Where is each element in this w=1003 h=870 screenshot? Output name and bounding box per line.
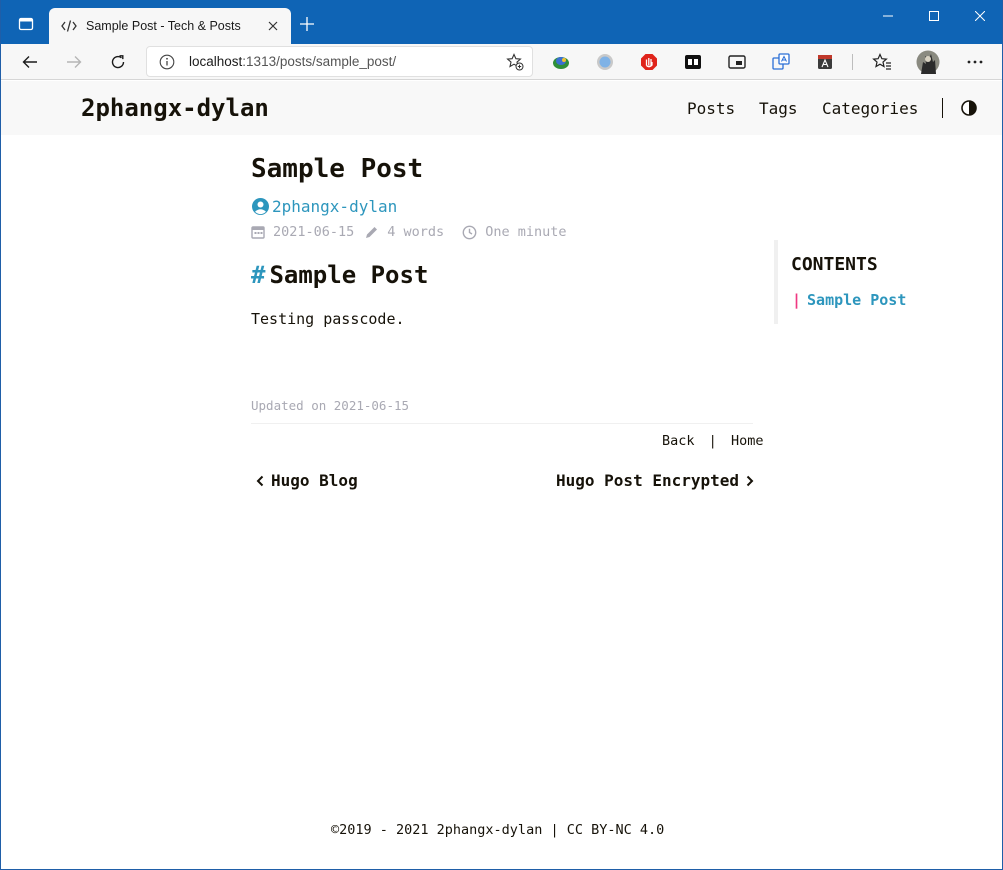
browser-toolbar: localhost:1313/posts/sample_post/ [1,44,1002,80]
content-heading-text: Sample Post [269,261,429,289]
content-paragraph: Testing passcode. [251,310,405,328]
prev-post-title: Hugo Blog [271,471,358,490]
toc-item-label: Sample Post [807,291,907,309]
post-title: Sample Post [251,154,424,184]
tab-actions-icon[interactable] [11,10,41,38]
new-tab-icon[interactable] [293,10,321,38]
post-meta: 2021-06-15 4 words One minute [251,224,566,240]
profile-avatar[interactable] [916,50,940,74]
toc-item-sample-post[interactable]: | Sample Post [792,291,906,309]
url-text: localhost:1313/posts/sample_post/ [189,54,397,69]
menu-tags[interactable]: Tags [759,99,798,118]
site-header: 2phangx-dylan Posts Tags Categories [1,81,1002,135]
author-link[interactable]: 2phangx-dylan [252,197,397,216]
site-title-link[interactable]: 2phangx-dylan [81,94,269,122]
reading-time: One minute [485,224,567,240]
author-name: 2phangx-dylan [272,197,398,216]
table-of-contents: CONTENTS | Sample Post [774,240,974,324]
updated-date: Updated on 2021-06-15 [251,398,410,413]
menu-categories[interactable]: Categories [822,99,918,118]
web-page: 2phangx-dylan Posts Tags Categories Samp… [1,81,1002,869]
content-heading: # Sample Post [251,261,428,289]
maximize-icon[interactable] [911,0,957,32]
toolbar-divider [852,54,853,70]
info-icon[interactable] [159,54,175,70]
calendar-icon [251,225,265,239]
pencil-icon [364,225,379,240]
toc-active-marker: | [792,291,802,309]
chevron-right-icon [746,475,754,486]
menu-divider [942,98,943,118]
back-home-separator: | [708,433,717,449]
tab-title: Sample Post - Tech & Posts [86,19,241,33]
close-window-icon[interactable] [957,0,1002,32]
toc-title: CONTENTS [791,254,878,275]
address-bar[interactable]: localhost:1313/posts/sample_post/ [146,46,533,77]
close-tab-icon[interactable] [265,18,281,34]
picture-in-picture-icon[interactable] [725,50,749,74]
favorites-icon[interactable] [870,50,894,74]
back-link[interactable]: Back [662,433,695,449]
browser-window: Sample Post - Tech & Posts localhost:131… [0,0,1003,870]
extension-a-icon[interactable] [813,50,837,74]
circle-extension-icon[interactable] [593,50,617,74]
add-favorite-icon[interactable] [506,52,524,71]
heading-anchor-link[interactable]: # [251,261,265,289]
menu-posts[interactable]: Posts [687,99,735,118]
more-options-icon[interactable] [963,50,987,74]
code-icon [61,18,77,34]
chevron-left-icon [256,475,264,486]
home-link[interactable]: Home [731,433,764,449]
next-post-link[interactable]: Hugo Post Encrypted [556,471,754,490]
adblock-icon[interactable] [637,50,661,74]
idm-extension-icon[interactable] [549,50,573,74]
divider [251,423,753,424]
forward-arrow-icon[interactable] [59,47,89,77]
translate-icon[interactable] [769,50,793,74]
theme-toggle-icon[interactable] [961,100,977,116]
clock-icon [462,225,477,240]
user-circle-icon [252,198,269,215]
post-date: 2021-06-15 [273,224,355,240]
browser-tab[interactable]: Sample Post - Tech & Posts [49,8,291,44]
word-count: 4 words [387,224,445,240]
tab-manager-icon[interactable] [681,50,705,74]
title-bar: Sample Post - Tech & Posts [1,0,1002,44]
next-post-title: Hugo Post Encrypted [556,471,740,490]
back-home-links: Back | Home [662,433,763,449]
prev-post-link[interactable]: Hugo Blog [256,471,358,490]
minimize-icon[interactable] [865,0,911,32]
site-footer: ©2019 - 2021 2phangx-dylan | CC BY-NC 4.… [331,822,665,838]
refresh-icon[interactable] [103,47,133,77]
back-arrow-icon[interactable] [15,47,45,77]
